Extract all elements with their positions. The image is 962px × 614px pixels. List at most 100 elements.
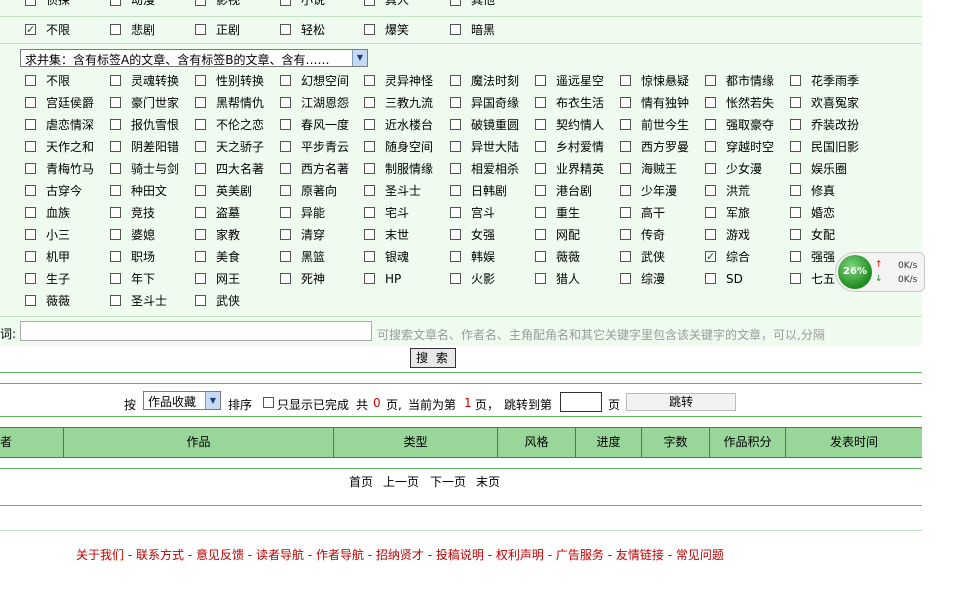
tag-checkbox[interactable] [195, 251, 206, 262]
col-style[interactable]: 风格 [498, 428, 576, 457]
tag-checkbox[interactable] [195, 97, 206, 108]
tag-checkbox[interactable] [280, 163, 291, 174]
only-finished-checkbox[interactable] [263, 397, 274, 408]
tag-checkbox[interactable] [195, 75, 206, 86]
tag-checkbox[interactable] [620, 229, 631, 240]
category-checkbox[interactable] [364, 0, 375, 6]
tag-checkbox[interactable] [450, 185, 461, 196]
tag-checkbox[interactable] [450, 163, 461, 174]
category-checkbox[interactable] [450, 0, 461, 6]
footer-link[interactable]: 友情链接 [616, 548, 664, 562]
tag-checkbox[interactable] [535, 163, 546, 174]
tag-checkbox[interactable] [195, 273, 206, 284]
footer-link[interactable]: 意见反馈 [196, 548, 244, 562]
tag-checkbox[interactable] [790, 119, 801, 130]
tag-checkbox[interactable] [790, 163, 801, 174]
tag-checkbox[interactable] [705, 75, 716, 86]
keyword-input[interactable] [20, 321, 372, 341]
tag-checkbox[interactable] [110, 119, 121, 130]
col-score[interactable]: 作品积分 [710, 428, 786, 457]
category-checkbox[interactable] [280, 0, 291, 6]
tag-checkbox[interactable] [195, 207, 206, 218]
category-checkbox[interactable] [110, 0, 121, 6]
tag-checkbox[interactable] [790, 97, 801, 108]
tag-checkbox[interactable] [195, 185, 206, 196]
col-wordcount[interactable]: 字数 [642, 428, 710, 457]
tag-checkbox[interactable] [620, 273, 631, 284]
col-author[interactable]: 者 [0, 428, 64, 457]
tag-checkbox[interactable] [450, 141, 461, 152]
pager-first[interactable]: 首页 [349, 473, 373, 490]
tag-checkbox[interactable] [195, 141, 206, 152]
pager-next[interactable]: 下一页 [430, 473, 466, 490]
tag-checkbox[interactable] [535, 119, 546, 130]
tag-checkbox[interactable] [535, 207, 546, 218]
tag-checkbox[interactable] [195, 119, 206, 130]
tag-checkbox[interactable] [450, 75, 461, 86]
tag-checkbox[interactable] [790, 251, 801, 262]
tag-checkbox[interactable] [790, 75, 801, 86]
tag-checkbox[interactable] [25, 273, 36, 284]
tag-checkbox[interactable] [705, 163, 716, 174]
footer-link[interactable]: 招纳贤才 [376, 548, 424, 562]
tag-checkbox[interactable] [280, 119, 291, 130]
tag-checkbox[interactable] [280, 75, 291, 86]
tag-checkbox[interactable] [25, 185, 36, 196]
tag-checkbox[interactable] [280, 273, 291, 284]
tag-checkbox[interactable] [364, 273, 375, 284]
footer-link[interactable]: 作者导航 [316, 548, 364, 562]
style-checkbox[interactable] [280, 24, 291, 35]
tag-checkbox[interactable] [620, 141, 631, 152]
tag-checkbox[interactable] [705, 141, 716, 152]
tag-checkbox[interactable] [280, 207, 291, 218]
tag-checkbox[interactable] [450, 229, 461, 240]
style-checkbox[interactable] [195, 24, 206, 35]
tag-checkbox[interactable] [705, 273, 716, 284]
category-checkbox[interactable] [195, 0, 206, 6]
tag-checkbox[interactable] [620, 119, 631, 130]
tag-checkbox[interactable] [25, 229, 36, 240]
tag-checkbox[interactable] [705, 185, 716, 196]
tag-checkbox[interactable] [364, 141, 375, 152]
tag-checkbox[interactable] [705, 119, 716, 130]
style-checkbox[interactable]: ✓ [25, 24, 36, 35]
tag-checkbox[interactable] [450, 273, 461, 284]
footer-link[interactable]: 权利声明 [496, 548, 544, 562]
tag-checkbox[interactable] [110, 207, 121, 218]
col-title[interactable]: 作品 [64, 428, 334, 457]
tag-checkbox[interactable] [450, 97, 461, 108]
tag-checkbox[interactable] [450, 251, 461, 262]
tag-checkbox[interactable] [620, 207, 631, 218]
col-publish-time[interactable]: 发表时间 [786, 428, 922, 457]
tag-checkbox[interactable] [110, 185, 121, 196]
tag-checkbox[interactable] [110, 295, 121, 306]
style-checkbox[interactable] [110, 24, 121, 35]
tag-checkbox[interactable] [620, 251, 631, 262]
footer-link[interactable]: 投稿说明 [436, 548, 484, 562]
tag-checkbox[interactable] [535, 185, 546, 196]
tag-checkbox[interactable] [195, 229, 206, 240]
jump-button[interactable]: 跳转 [626, 393, 736, 411]
tag-checkbox[interactable] [25, 163, 36, 174]
tag-checkbox[interactable] [110, 97, 121, 108]
tag-checkbox[interactable] [25, 207, 36, 218]
tag-checkbox[interactable] [110, 229, 121, 240]
tag-checkbox[interactable] [280, 185, 291, 196]
style-checkbox[interactable] [364, 24, 375, 35]
tag-checkbox[interactable] [280, 141, 291, 152]
tag-checkbox[interactable] [280, 251, 291, 262]
tag-checkbox[interactable] [364, 97, 375, 108]
tag-checkbox[interactable] [25, 119, 36, 130]
tag-checkbox[interactable] [110, 141, 121, 152]
tag-checkbox[interactable] [364, 75, 375, 86]
tag-checkbox[interactable] [364, 163, 375, 174]
tag-checkbox[interactable] [25, 97, 36, 108]
tag-checkbox[interactable] [195, 295, 206, 306]
tag-checkbox[interactable] [620, 75, 631, 86]
tag-checkbox[interactable]: ✓ [705, 251, 716, 262]
tag-checkbox[interactable] [450, 207, 461, 218]
jump-page-input[interactable] [560, 392, 602, 412]
col-type[interactable]: 类型 [334, 428, 498, 457]
tag-checkbox[interactable] [620, 185, 631, 196]
pager-prev[interactable]: 上一页 [383, 473, 419, 490]
